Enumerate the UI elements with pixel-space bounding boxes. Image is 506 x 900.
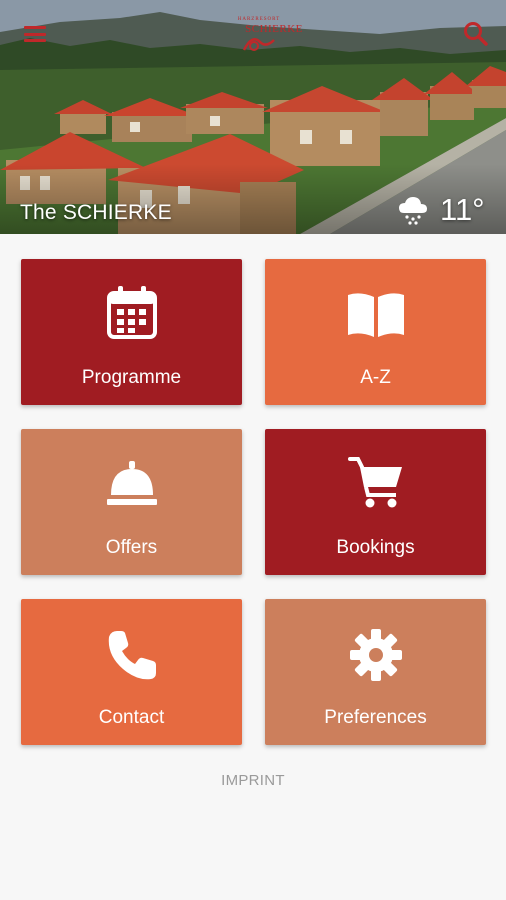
search-icon[interactable] — [462, 20, 488, 46]
programme-tile[interactable]: Programme — [21, 259, 242, 405]
service-bell-icon — [106, 461, 157, 505]
hotel-name: The SCHIERKE — [20, 201, 172, 224]
weather-widget[interactable]: 11° — [398, 191, 485, 229]
gear-icon — [349, 629, 402, 681]
bookings-tile[interactable]: Bookings — [265, 429, 486, 575]
temperature: 11° — [440, 192, 485, 227]
tile-label-contact: Contact — [98, 707, 165, 728]
shopping-cart-icon — [347, 457, 402, 508]
tile-label-a-z: A-Z — [360, 367, 391, 388]
a-z-tile[interactable]: A-Z — [265, 259, 486, 405]
tile-label-offers: Offers — [105, 537, 158, 558]
tile-label-programme: Programme — [81, 367, 182, 388]
tile-label-bookings: Bookings — [336, 537, 415, 558]
calendar-icon — [106, 286, 157, 339]
tile-label-preferences: Preferences — [324, 707, 427, 728]
hamburger-menu-icon — [24, 26, 46, 29]
preferences-tile[interactable]: Preferences — [265, 599, 486, 745]
resort-logo: HARZRESORT SCHIERKE — [238, 17, 303, 51]
offers-tile[interactable]: Offers — [21, 429, 242, 575]
open-book-icon — [347, 293, 404, 337]
svg-text:HARZRESORT: HARZRESORT — [238, 17, 280, 22]
svg-text:SCHIERKE: SCHIERKE — [245, 23, 303, 35]
menu-button[interactable] — [24, 26, 46, 42]
snow-rain-cloud-icon — [399, 197, 427, 225]
imprint-link[interactable]: IMPRINT — [0, 772, 506, 789]
phone-icon — [108, 631, 156, 680]
contact-tile[interactable]: Contact — [21, 599, 242, 745]
header-image: HARZRESORT SCHIERKE The SCHIERKE 11° — [0, 0, 506, 234]
